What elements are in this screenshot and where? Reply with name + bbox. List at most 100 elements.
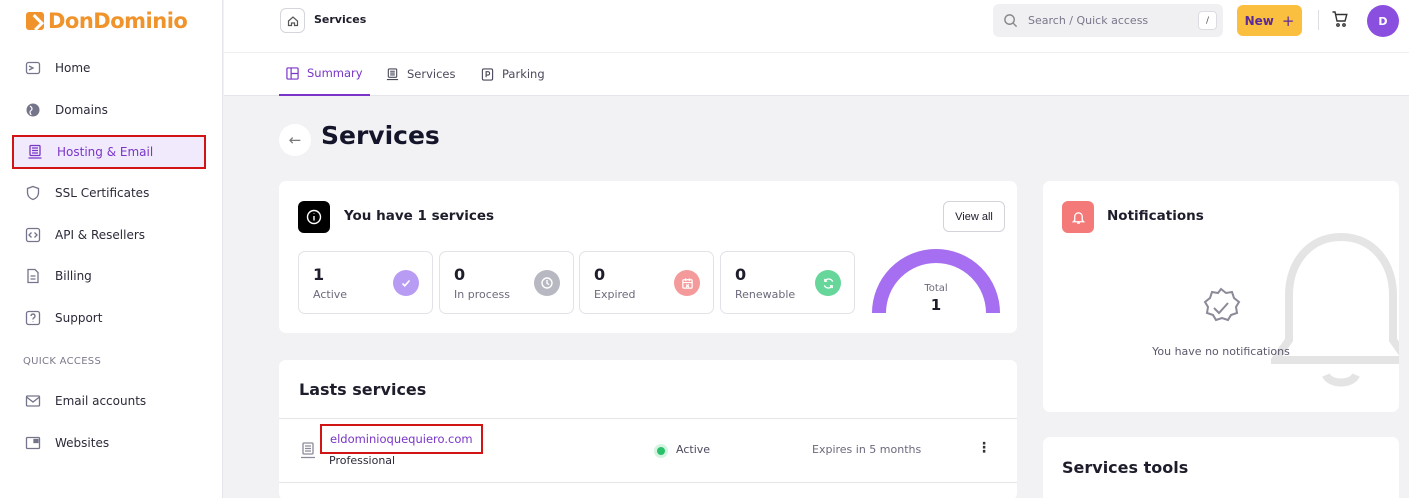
server-icon (26, 144, 43, 161)
user-avatar[interactable]: D (1367, 5, 1399, 37)
services-summary-card: You have 1 services View all 1 Active 0 … (279, 181, 1017, 333)
sidebar-item-billing[interactable]: Billing (12, 259, 206, 293)
status-badge: Active (676, 443, 711, 456)
breadcrumb[interactable]: Services (314, 13, 366, 26)
sidebar-item-label: API & Resellers (55, 228, 146, 242)
plus-icon: + (1281, 11, 1295, 30)
new-button-label: New (1244, 13, 1274, 28)
sidebar-item-home[interactable]: Home (12, 51, 206, 85)
search-box[interactable]: / (993, 4, 1223, 37)
sidebar-item-domains[interactable]: Domains (12, 93, 206, 127)
parking-icon (481, 67, 494, 81)
window-icon (24, 435, 41, 452)
brand-name: DonDominio (48, 9, 188, 33)
search-input[interactable] (1028, 14, 1188, 27)
home-icon (24, 60, 41, 77)
last-services-card: Lasts services eldominioquequiero.com Pr… (279, 360, 1017, 498)
service-expiry: Expires in 5 months (812, 443, 922, 456)
cart-icon (1332, 11, 1348, 27)
last-services-title: Lasts services (299, 380, 427, 399)
stat-label: Expired (594, 288, 636, 301)
home-icon (287, 15, 298, 26)
more-options-icon[interactable]: ⋮ (977, 440, 991, 456)
server-icon (300, 442, 316, 464)
stat-label: Active (313, 288, 348, 301)
search-icon (1004, 14, 1018, 28)
sidebar-item-label: Billing (55, 269, 92, 283)
new-button[interactable]: New + (1237, 5, 1302, 36)
logo-icon (26, 12, 44, 30)
stat-renewable[interactable]: 0 Renewable (720, 251, 855, 314)
services-tools-title: Services tools (1062, 458, 1189, 477)
cart-button[interactable] (1331, 10, 1351, 30)
sidebar-item-label: Hosting & Email (57, 145, 154, 159)
sidebar: DonDominio Home Domains Hosting & Email … (0, 0, 223, 498)
info-icon (298, 201, 330, 233)
tab-label: Summary (307, 66, 363, 80)
verified-badge-icon (1203, 287, 1241, 322)
stat-active[interactable]: 1 Active (298, 251, 433, 314)
notifications-card: Notifications You have no notifications (1043, 181, 1399, 412)
view-all-button[interactable]: View all (943, 201, 1005, 232)
services-tools-card: Services tools (1043, 437, 1399, 498)
status-dot (657, 447, 665, 455)
notifications-title: Notifications (1107, 208, 1204, 224)
stat-value: 0 (454, 265, 466, 284)
page-title: Services (321, 121, 440, 150)
header-divider (1318, 10, 1319, 30)
sidebar-item-label: Websites (55, 436, 110, 450)
bell-icon (1062, 201, 1094, 233)
stat-value: 0 (735, 265, 747, 284)
arrow-left-icon: ← (288, 131, 302, 149)
sidebar-item-ssl[interactable]: SSL Certificates (12, 176, 206, 210)
refresh-icon (815, 270, 841, 296)
no-notifications-text: You have no notifications (1152, 345, 1290, 358)
service-plan: Professional (329, 454, 396, 467)
stat-value: 0 (594, 265, 606, 284)
tab-summary[interactable]: Summary (279, 52, 370, 96)
stat-value: 1 (313, 265, 325, 284)
tab-label: Services (407, 67, 456, 81)
clock-icon (534, 270, 560, 296)
search-shortcut-key: / (1198, 11, 1217, 30)
sidebar-item-label: Domains (55, 103, 108, 117)
tab-label: Parking (502, 67, 545, 81)
tab-services[interactable]: Services (386, 52, 456, 96)
sidebar-item-api[interactable]: API & Resellers (12, 218, 206, 252)
sidebar-item-label: Email accounts (55, 394, 147, 408)
stat-label: Renewable (735, 288, 796, 301)
gauge-label: Total (924, 283, 948, 294)
summary-title: You have 1 services (344, 208, 495, 224)
stat-in-process[interactable]: 0 In process (439, 251, 574, 314)
calendar-x-icon (674, 270, 700, 296)
shield-icon (24, 185, 41, 202)
divider (279, 418, 1017, 419)
mail-icon (24, 393, 41, 410)
check-icon (393, 270, 419, 296)
layout-icon (286, 66, 299, 80)
sidebar-item-websites[interactable]: Websites (12, 426, 206, 460)
globe-icon (24, 102, 41, 119)
tab-parking[interactable]: Parking (481, 52, 545, 96)
divider (279, 482, 1017, 483)
server-icon (386, 67, 399, 80)
top-bar (224, 0, 1409, 52)
stat-expired[interactable]: 0 Expired (579, 251, 714, 314)
quick-access-heading: QUICK ACCESS (23, 356, 102, 367)
document-icon (24, 268, 41, 285)
sidebar-item-label: Home (55, 61, 91, 75)
sidebar-item-email-accounts[interactable]: Email accounts (12, 384, 206, 418)
service-domain-link[interactable]: eldominioquequiero.com (320, 424, 483, 454)
gauge-value: 1 (930, 296, 942, 314)
sidebar-item-label: Support (55, 311, 103, 325)
sidebar-item-label: SSL Certificates (55, 186, 150, 200)
stat-label: In process (454, 288, 510, 301)
code-icon (24, 227, 41, 244)
brand-logo[interactable]: DonDominio (26, 9, 188, 33)
help-icon (24, 310, 41, 327)
sidebar-item-support[interactable]: Support (12, 301, 206, 335)
back-button[interactable]: ← (279, 124, 311, 156)
breadcrumb-home-button[interactable] (280, 8, 305, 33)
sidebar-item-hosting-email[interactable]: Hosting & Email (12, 135, 206, 169)
bell-watermark-icon (1271, 232, 1399, 387)
